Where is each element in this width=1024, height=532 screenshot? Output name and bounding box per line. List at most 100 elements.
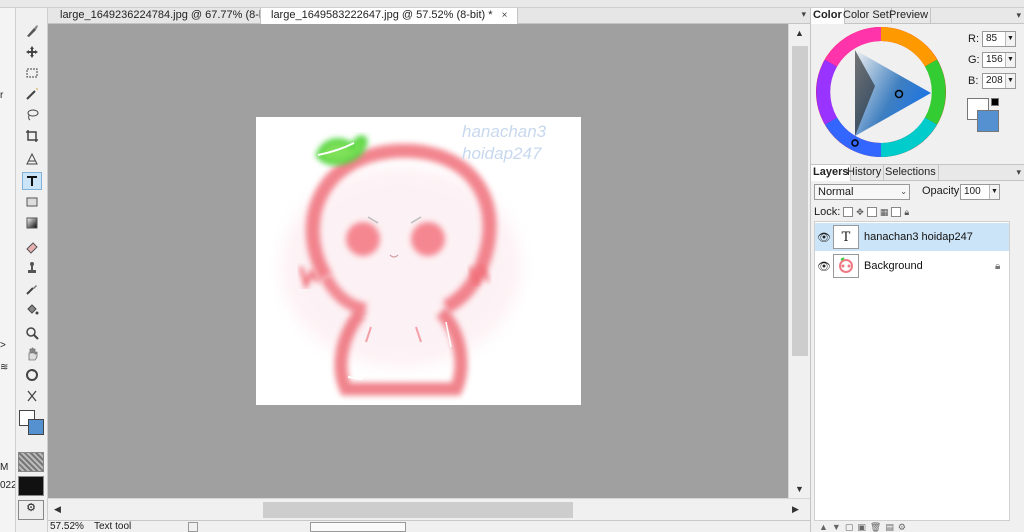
delete-layer-icon[interactable]: 🗑︎ (870, 522, 881, 532)
rect-select-icon[interactable] (22, 64, 42, 82)
status-bar: 57.52% Text tool (48, 520, 810, 532)
rotate-icon[interactable] (22, 366, 42, 384)
color-swatch-pair[interactable] (967, 98, 1003, 134)
vertical-scroll-thumb[interactable] (792, 46, 808, 356)
panel-menu-icon[interactable]: ▾ (1016, 167, 1021, 178)
lasso-icon[interactable] (22, 106, 42, 124)
eye-icon[interactable]: 👁︎ (815, 231, 833, 244)
blue-channel-row: B: 208 ▼ (968, 72, 1016, 90)
primary-secondary-swatch[interactable] (19, 410, 45, 436)
layer-name: hanachan3 hoidap247 (864, 231, 973, 243)
swap-colors-icon[interactable] (991, 98, 999, 106)
vertical-scrollbar[interactable]: ▲ ▼ (788, 24, 810, 498)
crop-icon[interactable] (22, 127, 42, 145)
red-channel-row: R: 85 ▼ (968, 30, 1016, 48)
paintbrush-icon[interactable] (22, 22, 42, 40)
horizontal-scroll-thumb[interactable] (263, 502, 573, 518)
tab-selections[interactable]: Selections (883, 165, 939, 181)
zoom-icon[interactable] (22, 324, 42, 342)
text-fragment: r (0, 90, 4, 101)
tab-preview[interactable]: Preview (887, 8, 932, 24)
paint-bucket-icon[interactable] (22, 301, 42, 319)
scroll-left-icon[interactable]: ◀ (54, 504, 61, 515)
layers-scrollbar[interactable] (1012, 221, 1024, 521)
blue-label: B: (968, 75, 979, 87)
opacity-label: Opacity: (922, 185, 963, 197)
document-tab-1[interactable]: large_1649236224784.jpg @ 67.77% (8-bit) (50, 8, 284, 24)
tab-color[interactable]: Color (811, 8, 845, 24)
eye-icon[interactable]: 👁︎ (815, 260, 833, 273)
move-up-icon[interactable]: ▲ (819, 522, 828, 532)
watermark-text-layer: hanachan3 hoidap247 (462, 121, 546, 165)
secondary-color-swatch[interactable] (28, 419, 44, 435)
dropdown-icon[interactable]: ▼ (1005, 32, 1015, 46)
watermark-line: hoidap247 (462, 144, 542, 163)
scissors-icon[interactable] (22, 387, 42, 405)
red-value: 85 (986, 33, 998, 44)
color-wheel[interactable] (815, 26, 947, 158)
duplicate-layer-icon[interactable]: ▣ (857, 522, 866, 532)
checker-icon: ▦ (879, 206, 889, 217)
dropdown-icon[interactable]: ▼ (1005, 74, 1015, 88)
canvas-area[interactable]: hanachan3 hoidap247 (48, 24, 788, 498)
shape-icon[interactable] (22, 193, 42, 211)
document-tab-2[interactable]: large_1649583222647.jpg @ 57.52% (8-bit)… (260, 8, 519, 24)
chevron-right-icon: > (0, 340, 6, 351)
layer-actions-bar: ▲ ▼ ▢ ▣ 🗑︎ ▤ ⚙ (811, 521, 1024, 532)
eraser-icon[interactable] (22, 238, 42, 256)
dropdown-icon[interactable]: ▼ (1005, 53, 1015, 67)
clone-stamp-icon[interactable] (22, 259, 42, 277)
brush-pattern-selector[interactable] (18, 452, 44, 472)
tab-menu-icon[interactable]: ▾ (801, 9, 806, 20)
green-value-input[interactable]: 156 ▼ (982, 52, 1016, 68)
zoom-level[interactable]: 57.52% (50, 521, 84, 532)
gradient-icon[interactable] (22, 214, 42, 232)
layer-list: 👁︎ T hanachan3 hoidap247 👁︎ Background 🔒… (814, 221, 1010, 521)
antialias-selector[interactable]: ⚙ (18, 500, 44, 520)
clock-ampm: M (0, 462, 9, 473)
magic-wand-icon[interactable] (22, 85, 42, 103)
lock-icon: 🔒︎ (904, 206, 910, 217)
horizontal-scrollbar[interactable]: ◀ ▶ (48, 498, 810, 520)
red-value-input[interactable]: 85 ▼ (982, 31, 1016, 47)
move-icon[interactable] (22, 43, 42, 61)
layer-thumbnail (833, 254, 859, 278)
color-panel-tabs: Color Color Set Preview ▾ (811, 8, 1024, 24)
tab-history[interactable]: History (845, 165, 885, 181)
wifi-icon: ≋ (0, 362, 9, 373)
color-panel: Color Color Set Preview ▾ R: 85 ▼ G: 156… (810, 8, 1024, 164)
close-icon[interactable]: × (502, 10, 508, 21)
pan-icon[interactable] (22, 345, 42, 363)
opacity-input[interactable]: 100 ▼ (960, 184, 1000, 200)
gradient-fill-icon[interactable] (22, 150, 42, 168)
scroll-right-icon[interactable]: ▶ (792, 504, 799, 515)
layers-panel-tabs: Layers History Selections ▾ (811, 165, 1024, 181)
dropdown-icon[interactable]: ▼ (989, 185, 999, 199)
move-icon: ✥ (856, 206, 864, 217)
blend-mode-select[interactable]: Normal ⌄ (814, 184, 910, 200)
layer-properties-icon[interactable]: ⚙ (898, 522, 906, 532)
lock-pixels-checkbox[interactable] (891, 207, 902, 217)
lock-transparency-checkbox[interactable] (843, 207, 854, 217)
watermark-line: hanachan3 (462, 122, 547, 141)
secondary-color-swatch[interactable] (977, 110, 999, 132)
new-layer-icon[interactable]: ▢ (845, 522, 854, 532)
scroll-up-icon[interactable]: ▲ (795, 28, 804, 38)
green-label: G: (968, 54, 980, 66)
panel-menu-icon[interactable]: ▾ (1016, 10, 1021, 21)
blue-value-input[interactable]: 208 ▼ (982, 73, 1016, 89)
color-picker-icon[interactable] (22, 280, 42, 298)
status-field (310, 522, 406, 532)
scroll-down-icon[interactable]: ▼ (795, 484, 804, 494)
move-down-icon[interactable]: ▼ (832, 522, 841, 532)
lock-options: Lock: ✥ ▦ 🔒︎ (814, 205, 909, 219)
layer-row-background[interactable]: 👁︎ Background 🔒︎ (815, 252, 1009, 280)
text-icon[interactable] (22, 172, 42, 190)
merge-layer-icon[interactable]: ▤ (885, 522, 894, 532)
lock-position-checkbox[interactable] (866, 207, 877, 217)
brush-fill-selector[interactable] (18, 476, 44, 496)
layer-row-text[interactable]: 👁︎ T hanachan3 hoidap247 (815, 223, 1009, 251)
tab-color-set[interactable]: Color Set (841, 8, 892, 24)
image-canvas[interactable]: hanachan3 hoidap247 (256, 117, 581, 405)
clock-year: 022 (0, 480, 16, 491)
